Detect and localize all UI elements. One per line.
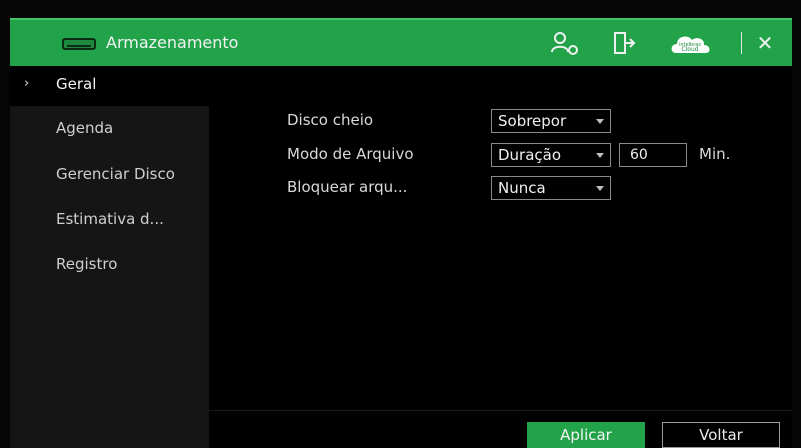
disk-full-value: Sobrepor: [498, 112, 567, 130]
file-mode-label: Modo de Arquivo: [287, 145, 414, 163]
window-title: Armazenamento: [106, 33, 239, 52]
footer-divider: [209, 410, 792, 411]
duration-unit: Min.: [699, 145, 731, 163]
duration-input[interactable]: 60: [619, 143, 687, 167]
cloud-label-bottom: Cloud: [681, 46, 698, 53]
chevron-right-icon: ›: [24, 76, 30, 91]
sidebar-item-estimativa[interactable]: Estimativa d...: [10, 201, 209, 241]
back-button[interactable]: Voltar: [662, 422, 780, 448]
lock-files-label: Bloquear arqu...: [287, 178, 408, 196]
file-mode-select[interactable]: Duração: [491, 143, 611, 167]
sidebar-item-gerenciar-disco[interactable]: Gerenciar Disco: [10, 156, 209, 196]
sidebar: › Geral Agenda Gerenciar Disco Estimativ…: [10, 66, 209, 448]
disk-full-label: Disco cheio: [287, 111, 374, 129]
title-bar: Armazenamento intelbras Cloud ✕: [10, 18, 792, 66]
disk-full-select[interactable]: Sobrepor: [491, 109, 611, 133]
cloud-icon[interactable]: intelbras Cloud: [668, 30, 714, 56]
chevron-down-icon: [596, 153, 604, 158]
file-mode-value: Duração: [498, 146, 562, 164]
storage-window: Armazenamento intelbras Cloud ✕ › Geral …: [10, 18, 792, 448]
apply-button[interactable]: Aplicar: [527, 422, 645, 448]
sidebar-item-label: Gerenciar Disco: [56, 165, 175, 183]
sidebar-item-label: Estimativa d...: [56, 210, 164, 228]
chevron-down-icon: [596, 119, 604, 124]
sidebar-item-registro[interactable]: Registro: [10, 246, 209, 286]
sidebar-item-label: Geral: [56, 75, 97, 93]
close-icon[interactable]: ✕: [754, 32, 776, 54]
hard-disk-icon: [62, 38, 96, 50]
sidebar-item-agenda[interactable]: Agenda: [10, 110, 209, 150]
sidebar-item-geral[interactable]: › Geral: [10, 66, 209, 106]
duration-value: 60: [630, 147, 648, 163]
header-divider: [741, 32, 742, 54]
chevron-down-icon: [596, 186, 604, 191]
lock-files-value: Nunca: [498, 179, 546, 197]
logout-icon[interactable]: [612, 30, 636, 56]
lock-files-select[interactable]: Nunca: [491, 176, 611, 200]
sidebar-item-label: Registro: [56, 255, 118, 273]
content-panel: Disco cheio Sobrepor Modo de Arquivo Dur…: [209, 66, 792, 448]
user-settings-icon[interactable]: [550, 30, 580, 56]
sidebar-item-label: Agenda: [56, 119, 114, 137]
